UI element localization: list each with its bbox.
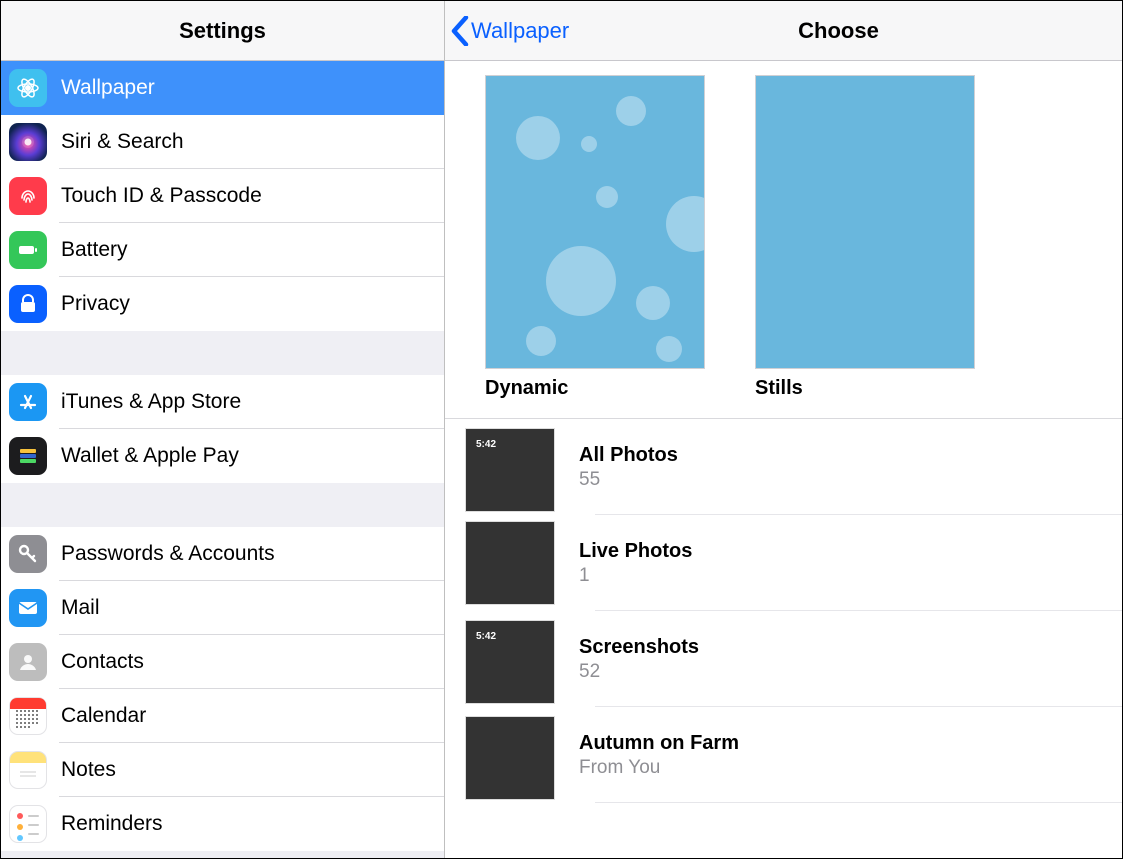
- mail-icon: [9, 589, 47, 627]
- sidebar-header: Settings: [1, 1, 444, 61]
- detail-pane: gP Wallpaper Choose DynamicStills 5:42Al…: [445, 1, 1122, 858]
- back-button[interactable]: Wallpaper: [451, 1, 569, 60]
- sidebar-item-touchid[interactable]: Touch ID & Passcode: [1, 169, 444, 223]
- keys-icon: [9, 535, 47, 573]
- wallpaper-category-dynamic[interactable]: Dynamic: [485, 75, 705, 400]
- appstore-icon: [9, 383, 47, 421]
- sidebar-item-mail[interactable]: Mail: [1, 581, 444, 635]
- reminders-icon: [9, 805, 47, 843]
- sidebar-item-label: Wallet & Apple Pay: [61, 444, 239, 468]
- sidebar-item-notes[interactable]: Notes: [1, 743, 444, 797]
- wallpaper-categories: Dynamic Stills: [445, 75, 1122, 419]
- photo-albums: 5:42All Photos55Live Photos15:42Screensh…: [445, 419, 1122, 803]
- album-thumb: [465, 716, 555, 800]
- chevron-left-icon: [451, 16, 469, 46]
- sidebar-item-wallet[interactable]: Wallet & Apple Pay: [1, 429, 444, 483]
- wallpaper-category-label: Dynamic: [485, 377, 705, 400]
- sidebar-item-label: Reminders: [61, 812, 163, 836]
- contacts-icon: [9, 643, 47, 681]
- album-name: Autumn on Farm: [579, 732, 739, 755]
- album-live[interactable]: Live Photos1: [465, 515, 1122, 611]
- sidebar-item-label: Notes: [61, 758, 116, 782]
- settings-app: Settings Wallpaper Siri & Search Touch ID …: [0, 0, 1123, 859]
- detail-header: Wallpaper Choose: [445, 1, 1122, 61]
- wallpaper-thumb-image: [485, 75, 705, 369]
- sidebar-item-privacy[interactable]: Privacy: [1, 277, 444, 331]
- wallpaper-category-stills[interactable]: Stills: [755, 75, 975, 400]
- sidebar-item-label: Mail: [61, 596, 100, 620]
- wallpaper-thumb-image: [755, 75, 975, 369]
- sidebar-item-label: Contacts: [61, 650, 144, 674]
- privacy-icon: [9, 285, 47, 323]
- album-count: 52: [579, 661, 699, 683]
- album-thumb: 5:42: [465, 620, 555, 704]
- siri-icon: [9, 123, 47, 161]
- sidebar-title: Settings: [179, 18, 266, 44]
- album-thumb: [465, 521, 555, 605]
- wallet-icon: [9, 437, 47, 475]
- sidebar-item-contacts[interactable]: Contacts: [1, 635, 444, 689]
- sidebar-item-label: Privacy: [61, 292, 130, 316]
- touchid-icon: [9, 177, 47, 215]
- sidebar-item-label: Wallpaper: [61, 76, 155, 100]
- sidebar-item-label: Passwords & Accounts: [61, 542, 275, 566]
- sidebar-item-battery[interactable]: Battery: [1, 223, 444, 277]
- album-name: All Photos: [579, 444, 678, 467]
- sidebar-item-label: Battery: [61, 238, 128, 262]
- detail-title: Choose: [798, 18, 879, 44]
- notes-icon: [9, 751, 47, 789]
- sidebar-item-calendar[interactable]: Calendar: [1, 689, 444, 743]
- sidebar-item-label: Calendar: [61, 704, 146, 728]
- wallpaper-icon: [9, 69, 47, 107]
- sidebar-item-appstore[interactable]: iTunes & App Store: [1, 375, 444, 429]
- album-count: From You: [579, 757, 739, 779]
- album-count: 1: [579, 565, 692, 587]
- album-all[interactable]: 5:42 All Photos55: [465, 419, 1122, 515]
- album-autumn[interactable]: Autumn on FarmFrom You: [465, 707, 1122, 803]
- wallpaper-category-label: Stills: [755, 377, 975, 400]
- sidebar-item-passwords[interactable]: Passwords & Accounts: [1, 527, 444, 581]
- sidebar-item-siri[interactable]: Siri & Search: [1, 115, 444, 169]
- album-name: Live Photos: [579, 540, 692, 563]
- album-screenshots[interactable]: 5:42 Screenshots52: [465, 611, 1122, 707]
- album-thumb: 5:42: [465, 428, 555, 512]
- album-name: Screenshots: [579, 636, 699, 659]
- sidebar-item-wallpaper[interactable]: Wallpaper: [1, 61, 444, 115]
- sidebar-item-label: iTunes & App Store: [61, 390, 241, 414]
- battery-icon: [9, 231, 47, 269]
- calendar-icon: [9, 697, 47, 735]
- back-label: Wallpaper: [471, 18, 569, 44]
- sidebar-item-reminders[interactable]: Reminders: [1, 797, 444, 851]
- sidebar-item-label: Touch ID & Passcode: [61, 184, 262, 208]
- settings-sidebar: Settings Wallpaper Siri & Search Touch ID …: [1, 1, 445, 858]
- detail-body: Dynamic Stills 5:42 All Photos55 Live Photo…: [445, 61, 1122, 858]
- album-count: 55: [579, 469, 678, 491]
- sidebar-item-label: Siri & Search: [61, 130, 184, 154]
